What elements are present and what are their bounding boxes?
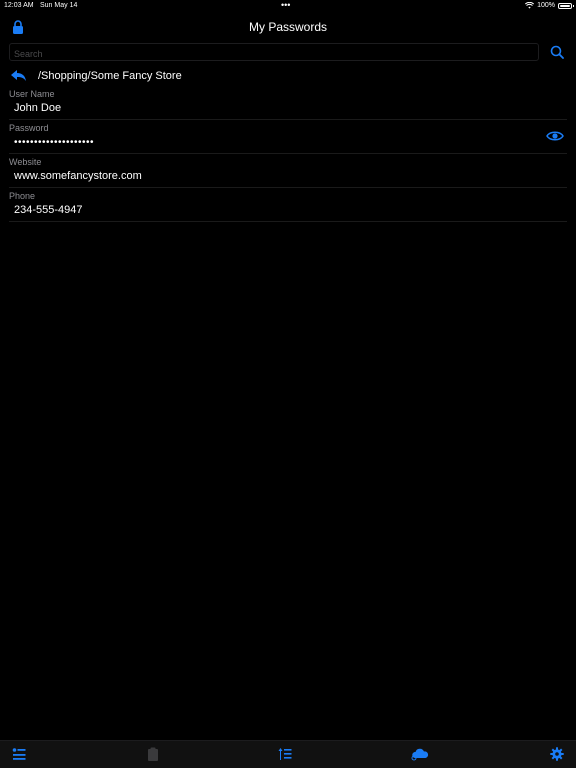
bottom-toolbar [0,740,576,768]
phone-label: Phone [9,191,36,201]
status-time: 12:03 AM [4,2,34,9]
password-label: Password [9,123,49,133]
username-row[interactable]: User Name John Doe [9,86,567,120]
breadcrumb: /Shopping/Some Fancy Store [0,66,576,86]
list-icon[interactable] [12,747,26,761]
website-value[interactable]: www.somefancystore.com [14,170,142,182]
breadcrumb-path: /Shopping/Some Fancy Store [38,70,182,82]
website-label: Website [9,157,42,167]
search-field[interactable] [9,43,539,62]
search-icon[interactable] [550,45,564,59]
status-bar: 12:03 AM Sun May 14 ••• 100% [0,0,576,12]
page-title: My Passwords [248,20,328,34]
gear-icon[interactable] [550,747,564,761]
status-date: Sun May 14 [40,2,78,9]
username-value[interactable]: John Doe [14,102,61,114]
wifi-icon [525,2,535,9]
search-input[interactable] [10,46,538,62]
cloud-icon[interactable] [411,747,429,761]
sort-icon[interactable] [278,747,292,761]
battery-icon [558,2,574,9]
password-row[interactable]: Password •••••••••••••••••••• [9,120,567,154]
multitasking-dots[interactable]: ••• [281,0,290,10]
username-label: User Name [9,89,55,99]
password-value[interactable]: •••••••••••••••••••• [14,137,94,148]
phone-row[interactable]: Phone 234-555-4947 [9,188,567,222]
battery-percent: 100% [537,2,555,9]
status-right: 100% [525,2,574,9]
website-row[interactable]: Website www.somefancystore.com [9,154,567,188]
phone-value[interactable]: 234-555-4947 [14,204,83,216]
back-arrow-icon[interactable] [10,69,27,83]
eye-icon[interactable] [546,130,564,142]
clipboard-icon[interactable] [146,747,160,761]
nav-bar: My Passwords [0,12,576,42]
